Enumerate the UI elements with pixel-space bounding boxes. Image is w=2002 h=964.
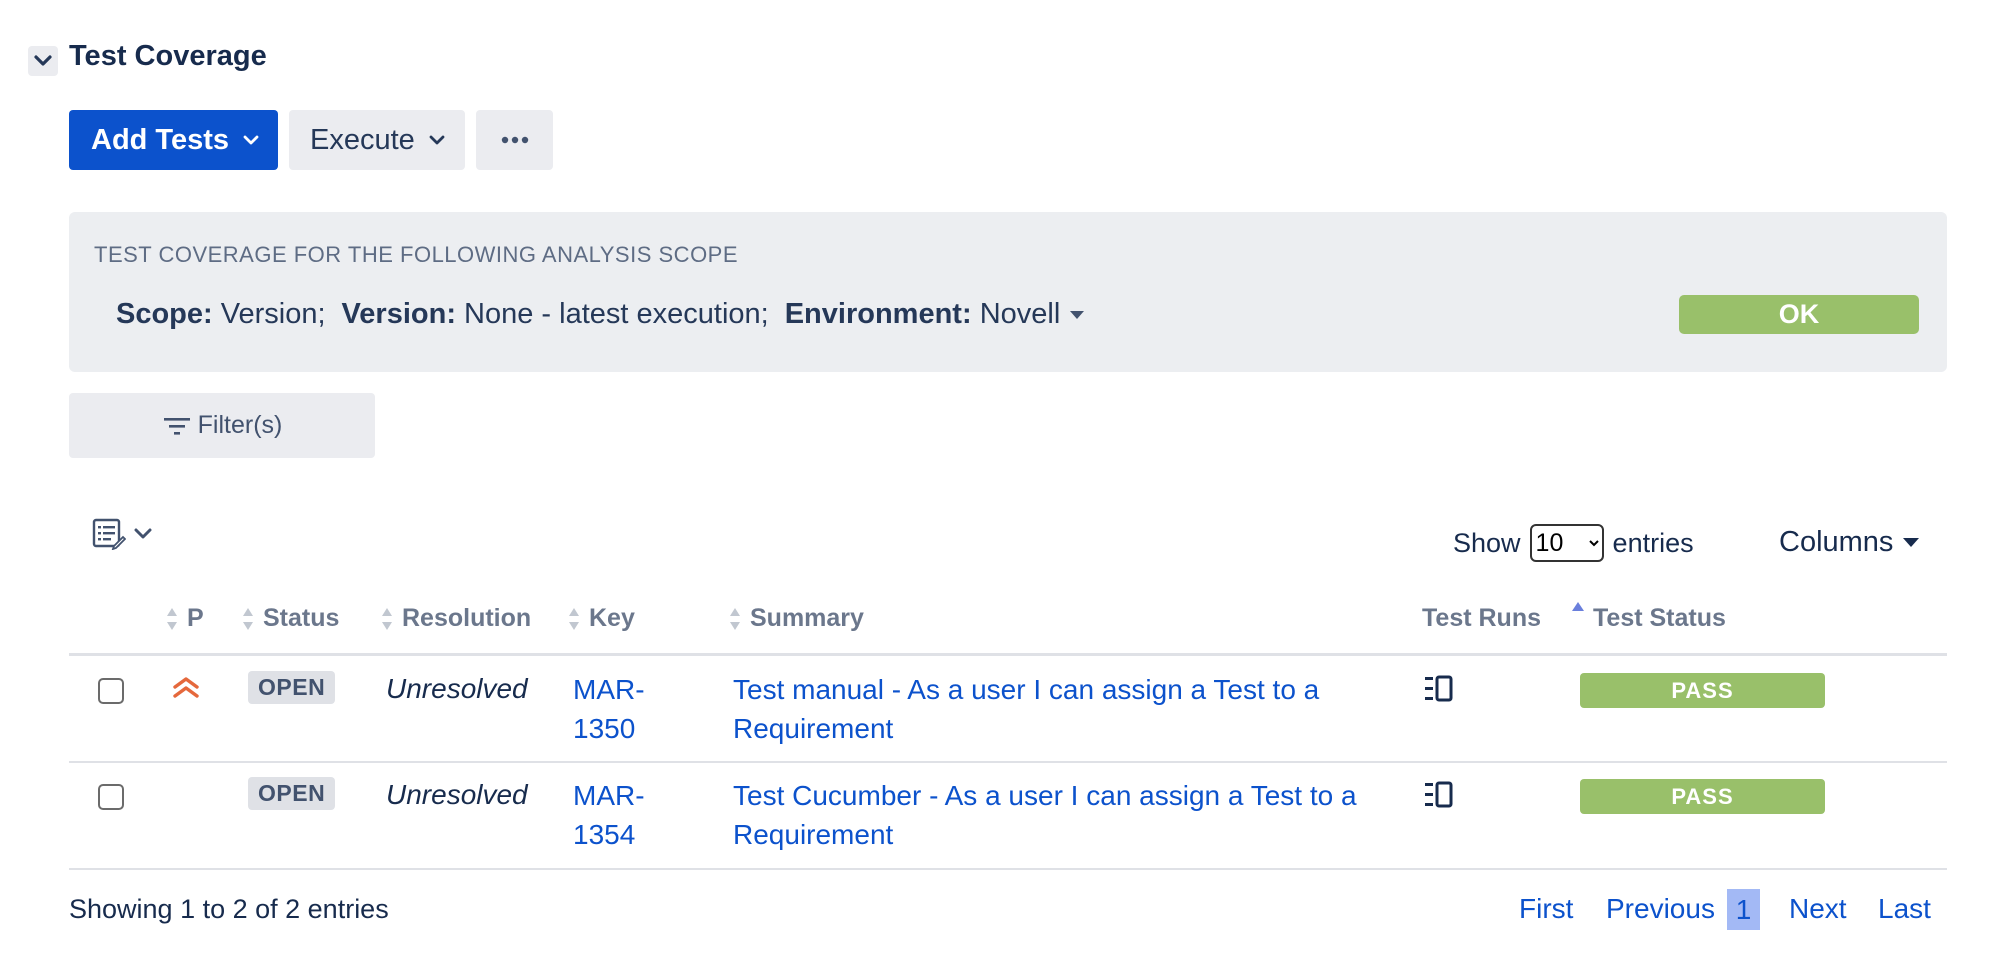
test-status-badge: PASS: [1580, 673, 1825, 708]
issue-summary-link[interactable]: Test Cucumber - As a user I can assign a…: [733, 776, 1357, 854]
analysis-scope-panel: [69, 212, 1947, 372]
test-status-badge: PASS: [1580, 779, 1825, 814]
scope-heading: TEST COVERAGE FOR THE FOLLOWING ANALYSIS…: [94, 242, 739, 267]
issue-key-line: 1354: [573, 819, 636, 850]
resolution-value: Unresolved: [386, 779, 528, 810]
columns-dropdown[interactable]: Columns: [1779, 526, 1920, 559]
issue-key-line: 1350: [573, 713, 636, 744]
filters-button[interactable]: Filter(s): [69, 393, 375, 458]
column-header-summary[interactable]: Summary: [728, 604, 864, 633]
pagination-next[interactable]: Next: [1789, 893, 1847, 925]
sort-icon: [730, 607, 740, 630]
issue-key-line: MAR-: [573, 674, 645, 705]
ok-button[interactable]: OK: [1679, 295, 1919, 334]
sort-icon: [167, 607, 177, 630]
column-header-resolution[interactable]: Resolution: [380, 604, 531, 633]
columns-label: Columns: [1779, 526, 1894, 558]
pagination-first[interactable]: First: [1519, 893, 1573, 925]
show-label: Show: [1453, 527, 1521, 558]
header-key-label: Key: [589, 604, 635, 632]
page-size-control: Show 10 entries: [1453, 524, 1694, 562]
pagination-previous[interactable]: Previous: [1606, 893, 1715, 925]
execute-button[interactable]: Execute: [289, 110, 465, 170]
summary-line: Requirement: [733, 819, 894, 850]
header-status-label: Status: [263, 604, 340, 632]
header-divider: [69, 653, 1947, 656]
test-runs-icon[interactable]: [1424, 781, 1454, 809]
environment-value: Novell: [979, 298, 1061, 330]
column-header-test-runs: Test Runs: [1422, 604, 1541, 633]
section-title: Test Coverage: [69, 40, 267, 72]
filter-icon: [163, 417, 190, 435]
status-badge: OPEN: [248, 671, 336, 704]
caret-down-icon: [1070, 310, 1085, 319]
row-divider: [69, 761, 1947, 763]
issue-key-link[interactable]: MAR- 1350: [573, 670, 645, 748]
column-header-test-status[interactable]: Test Status: [1571, 601, 1726, 633]
chevron-down-icon: [34, 55, 52, 66]
version-label: Version:: [341, 298, 456, 330]
issue-summary-link[interactable]: Test manual - As a user I can assign a T…: [733, 670, 1319, 748]
header-test-status-label: Test Status: [1593, 604, 1726, 632]
resolution-value: Unresolved: [386, 673, 528, 704]
chevron-down-icon: [243, 135, 259, 145]
column-header-key[interactable]: Key: [567, 604, 635, 633]
more-icon: [501, 136, 528, 144]
header-priority-label: P: [187, 604, 204, 632]
execute-label: Execute: [310, 123, 415, 156]
more-actions-button[interactable]: [476, 110, 553, 170]
chevron-down-icon: [429, 135, 445, 145]
environment-label: Environment:: [784, 298, 972, 330]
test-runs-icon[interactable]: [1424, 675, 1454, 703]
header-summary-label: Summary: [750, 604, 864, 632]
summary-line: Requirement: [733, 713, 894, 744]
status-badge: OPEN: [248, 777, 336, 810]
scope-value: Version;: [220, 298, 326, 330]
filters-label: Filter(s): [197, 411, 283, 439]
summary-line: Test Cucumber - As a user I can assign a…: [733, 780, 1357, 811]
column-header-priority[interactable]: P: [165, 604, 204, 633]
sort-icon: [382, 607, 392, 630]
entries-label: entries: [1612, 527, 1694, 558]
column-header-status[interactable]: Status: [241, 604, 339, 633]
environment-dropdown[interactable]: Novell: [980, 298, 1085, 331]
caret-down-icon: [1903, 538, 1920, 547]
sort-icon: [243, 607, 253, 630]
pagination-last[interactable]: Last: [1878, 893, 1931, 925]
summary-line: Test manual - As a user I can assign a T…: [733, 674, 1320, 705]
scope-label: Scope:: [116, 298, 213, 330]
add-tests-button[interactable]: Add Tests: [69, 110, 278, 170]
add-tests-label: Add Tests: [91, 123, 230, 156]
issue-key-line: MAR-: [573, 780, 645, 811]
issue-key-link[interactable]: MAR- 1354: [573, 776, 645, 854]
column-view-menu[interactable]: [92, 518, 152, 550]
row-divider: [69, 868, 1947, 870]
page-size-select[interactable]: 10: [1529, 524, 1604, 562]
collapse-section-button[interactable]: [28, 46, 58, 76]
row-select-checkbox[interactable]: [98, 784, 124, 810]
version-value: None - latest execution;: [464, 298, 769, 330]
scope-summary: Scope: Version; Version: None - latest e…: [116, 298, 1085, 331]
header-resolution-label: Resolution: [402, 604, 532, 632]
header-test-runs-label: Test Runs: [1422, 604, 1541, 632]
row-select-checkbox[interactable]: [98, 678, 124, 704]
sort-icon: [569, 607, 579, 630]
entries-info: Showing 1 to 2 of 2 entries: [69, 894, 389, 924]
sort-ascending-icon: [1572, 601, 1584, 611]
priority-highest-icon: [173, 677, 199, 698]
list-edit-icon: [92, 518, 126, 550]
pagination-current-page[interactable]: 1: [1727, 889, 1760, 930]
chevron-down-icon: [134, 528, 152, 539]
